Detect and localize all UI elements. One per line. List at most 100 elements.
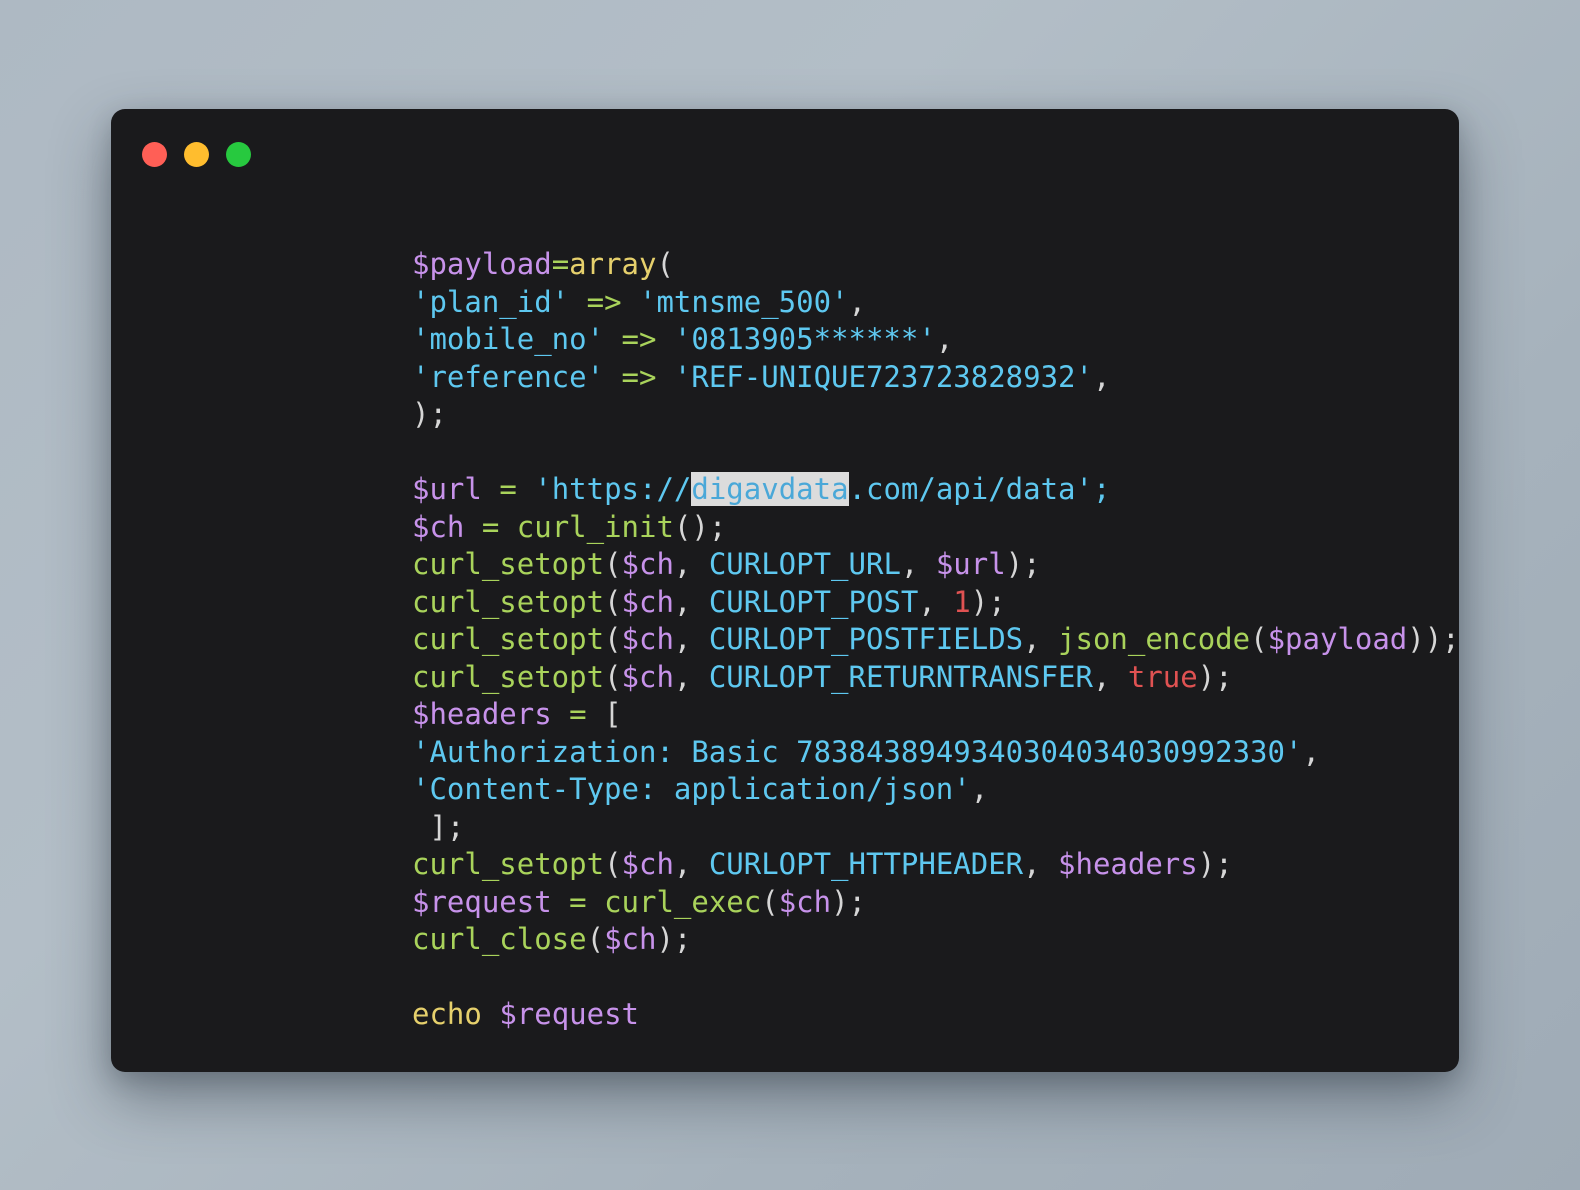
token-ch-var-3: $ch: [621, 584, 674, 619]
token-ch-var-2: $ch: [621, 547, 674, 581]
token-request-var-1: $request: [412, 884, 552, 919]
token-comma-13: ,: [970, 772, 989, 806]
code-line-2: 'plan_id' => 'mtnsme_500',: [412, 284, 1459, 322]
token-comma-2: ,: [935, 322, 954, 356]
token-url-var: $url: [412, 472, 482, 506]
token-curl-setopt-1: curl_setopt: [412, 547, 605, 581]
token-paren-open-6: (: [604, 847, 622, 881]
token-comma-14: ,: [673, 847, 709, 881]
token-paren-open-7: (: [761, 884, 779, 919]
token-space-7: [482, 472, 499, 506]
token-space-13: [587, 885, 604, 919]
token-curlopt-returntransfer: CURLOPT_RETURNTRANSFER: [708, 659, 1093, 694]
token-url-suffix: .com/api/data';: [848, 472, 1111, 506]
token-paren-close-5: );: [1197, 847, 1233, 881]
token-payload-var-2: $payload: [1267, 622, 1408, 656]
token-comma-6: ,: [673, 584, 709, 619]
token-space-4: [656, 322, 673, 356]
token-comma-9: ,: [1023, 622, 1059, 656]
close-window-icon[interactable]: [142, 142, 167, 167]
code-line-8: $ch = curl_init();: [412, 509, 1459, 547]
token-ch-var-1: $ch: [412, 509, 465, 544]
token-paren-close-2: );: [970, 584, 1006, 619]
token-space-14: [482, 997, 499, 1031]
token-ch-var-7: $ch: [778, 884, 832, 919]
token-reference-value: 'REF-UNIQUE723723828932': [673, 359, 1093, 394]
token-paren-close-4: );: [1197, 659, 1233, 694]
token-bracket-close: ];: [412, 809, 465, 844]
code-line-5: );: [412, 396, 1459, 434]
token-curlopt-post: CURLOPT_POST: [708, 584, 919, 619]
maximize-window-icon[interactable]: [226, 142, 251, 167]
token-auth-header: 'Authorization: Basic 783843894934030403…: [412, 734, 1303, 769]
token-echo-keyword: echo: [412, 997, 482, 1031]
token-curl-setopt-5: curl_setopt: [412, 847, 605, 881]
code-line-15: 'Content-Type: application/json',: [412, 771, 1459, 809]
token-plan-id-value: 'mtnsme_500': [639, 284, 849, 319]
token-space-2: [622, 285, 639, 319]
token-mobile-no-key: 'mobile_no': [412, 322, 605, 356]
token-assign-3: =: [569, 697, 587, 731]
token-comma-12: ,: [1302, 734, 1320, 769]
window-titlebar[interactable]: [111, 109, 1459, 201]
code-line-20-blank: [412, 959, 1459, 997]
token-curl-exec: curl_exec: [604, 884, 762, 919]
token-comma-11: ,: [1092, 659, 1128, 694]
token-plan-id-key: 'plan_id': [412, 284, 570, 319]
token-paren-open-8: (: [586, 922, 605, 956]
code-line-10: curl_setopt($ch, CURLOPT_POST, 1);: [412, 584, 1459, 622]
code-editor[interactable]: $payload=array('plan_id' => 'mtnsme_500'…: [412, 246, 1459, 1072]
token-curl-setopt-3: curl_setopt: [412, 622, 605, 656]
minimize-window-icon[interactable]: [184, 142, 209, 167]
token-request-var-2: $request: [499, 997, 639, 1031]
token-space-5: [604, 360, 621, 394]
token-space-11: [552, 697, 569, 731]
code-line-7: $url = 'https://digavdata.com/api/data';: [412, 471, 1459, 509]
token-mobile-no-value: '0813905******': [673, 322, 936, 356]
token-true-value: true: [1127, 659, 1198, 694]
token-url-prefix: 'https://: [534, 472, 692, 506]
token-comma-8: ,: [673, 622, 709, 656]
code-line-16: ];: [412, 809, 1459, 847]
token-space-3: [604, 322, 621, 356]
code-window: $payload=array('plan_id' => 'mtnsme_500'…: [111, 109, 1459, 1072]
code-line-14: 'Authorization: Basic 783843894934030403…: [412, 734, 1459, 772]
token-bracket-open: [: [586, 697, 622, 731]
traffic-light-buttons: [142, 142, 251, 167]
token-space-1: [569, 285, 586, 319]
token-ch-var-8: $ch: [604, 922, 657, 956]
token-headers-var-1: $headers: [412, 697, 552, 731]
code-line-4: 'reference' => 'REF-UNIQUE723723828932',: [412, 359, 1459, 397]
token-open-paren: (: [656, 247, 674, 281]
code-line-12: curl_setopt($ch, CURLOPT_RETURNTRANSFER,…: [412, 659, 1459, 697]
code-line-19: curl_close($ch);: [412, 921, 1459, 959]
code-line-3: 'mobile_no' => '0813905******',: [412, 321, 1459, 359]
token-comma-15: ,: [1023, 847, 1059, 881]
token-url-var-2: $url: [935, 547, 1006, 581]
token-curl-setopt-2: curl_setopt: [412, 584, 605, 619]
code-block[interactable]: $payload=array('plan_id' => 'mtnsme_500'…: [412, 246, 1459, 1034]
code-line-11: curl_setopt($ch, CURLOPT_POSTFIELDS, jso…: [412, 621, 1459, 659]
token-comma-7: ,: [918, 584, 954, 619]
token-arrow-2: =>: [621, 322, 657, 356]
code-line-17: curl_setopt($ch, CURLOPT_HTTPHEADER, $he…: [412, 846, 1459, 884]
token-payload-var: $payload: [412, 247, 552, 281]
token-parens-1: ();: [673, 509, 727, 544]
token-url-host-selected[interactable]: digavdata: [691, 472, 849, 506]
token-curlopt-url: CURLOPT_URL: [708, 547, 901, 581]
token-ch-var-6: $ch: [621, 847, 674, 881]
token-post-value: 1: [953, 584, 971, 619]
code-line-13: $headers = [: [412, 696, 1459, 734]
token-space-12: [552, 885, 569, 919]
token-headers-var-2: $headers: [1058, 847, 1198, 881]
token-assign-1: =: [499, 472, 517, 506]
token-json-encode: json_encode: [1058, 622, 1251, 656]
code-line-18: $request = curl_exec($ch);: [412, 884, 1459, 922]
token-assign-4: =: [569, 884, 587, 919]
token-space-6: [656, 360, 673, 394]
token-curl-close: curl_close: [412, 922, 587, 956]
token-space-9: [464, 510, 481, 544]
token-ch-var-5: $ch: [621, 659, 674, 694]
token-array-keyword: array: [569, 247, 657, 281]
token-paren-open-5: (: [604, 659, 622, 694]
